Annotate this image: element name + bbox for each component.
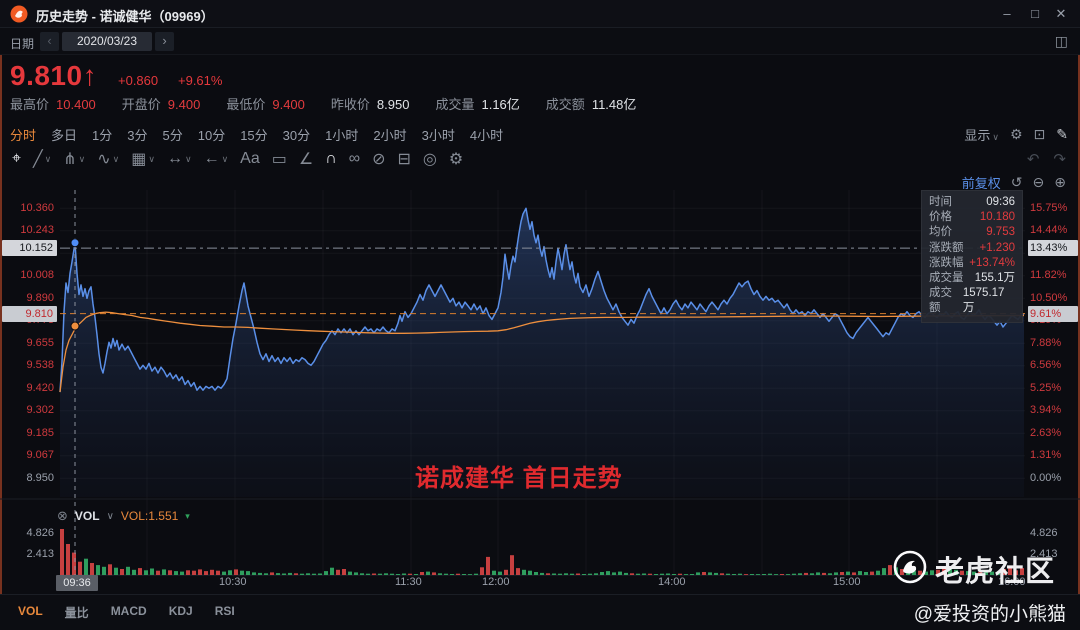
tooltip-row: 涨跌幅 +13.74% — [929, 256, 1015, 269]
crosshair-price-label: 10.152 — [2, 240, 57, 257]
tooltip-row: 成交额 1575.17万 — [929, 287, 1005, 315]
volume-header: ⊗ VOL ∨ VOL:1.551 ▾ — [57, 508, 190, 524]
time-axis-label: 10:30 — [219, 576, 247, 588]
community-watermark: 老虎社区 — [893, 548, 1055, 590]
tiger-community-logo-icon — [893, 550, 927, 589]
time-axis-label: 14:00 — [658, 576, 686, 588]
current-price-label: 9.810 — [2, 305, 57, 322]
crosshair-tooltip: 时间 09:36 价格 10.180 均价 9.753 涨跌额 +1.230 涨跌幅 +13.74… — [921, 190, 1023, 323]
tooltip-row: 时间 09:36 — [929, 196, 1015, 208]
current-pct-label: 9.61% — [1028, 305, 1078, 322]
intraday-chart-canvas[interactable] — [0, 0, 1080, 630]
volume-dropdown-icon[interactable]: ∨ — [107, 511, 114, 522]
volume-indicator-name: VOL — [74, 509, 100, 523]
app-window: 历史走势 - 诺诚健华（09969） – □ ✕ 日期 ‹ 2020/03/23… — [0, 0, 1080, 630]
volume-close-icon[interactable]: ⊗ — [57, 508, 68, 524]
zoom-out-icon[interactable]: ⊖ — [1033, 174, 1045, 191]
reset-zoom-icon[interactable]: ↺ — [1011, 174, 1023, 191]
time-axis-label: 11:30 — [395, 576, 422, 588]
tooltip-row: 涨跌额 +1.230 — [929, 241, 1015, 254]
crosshair-pct-label: 13.43% — [1028, 240, 1078, 257]
tooltip-row: 成交量 155.1万 — [929, 272, 1015, 285]
time-axis-label: 15:00 — [833, 576, 861, 588]
chart-annotation: 诺成建华 首日走势 — [415, 465, 623, 492]
zoom-in-icon[interactable]: ⊕ — [1054, 174, 1066, 191]
time-axis-label: 12:00 — [482, 576, 510, 588]
author-watermark: @爱投资的小熊猫 — [913, 604, 1066, 625]
tooltip-row: 均价 9.753 — [929, 226, 1015, 239]
crosshair-time-label: 09:36 — [56, 575, 98, 591]
volume-value: VOL:1.551 — [120, 509, 179, 523]
tooltip-row: 价格 10.180 — [929, 211, 1015, 224]
volume-arrow-icon: ▾ — [185, 510, 190, 521]
